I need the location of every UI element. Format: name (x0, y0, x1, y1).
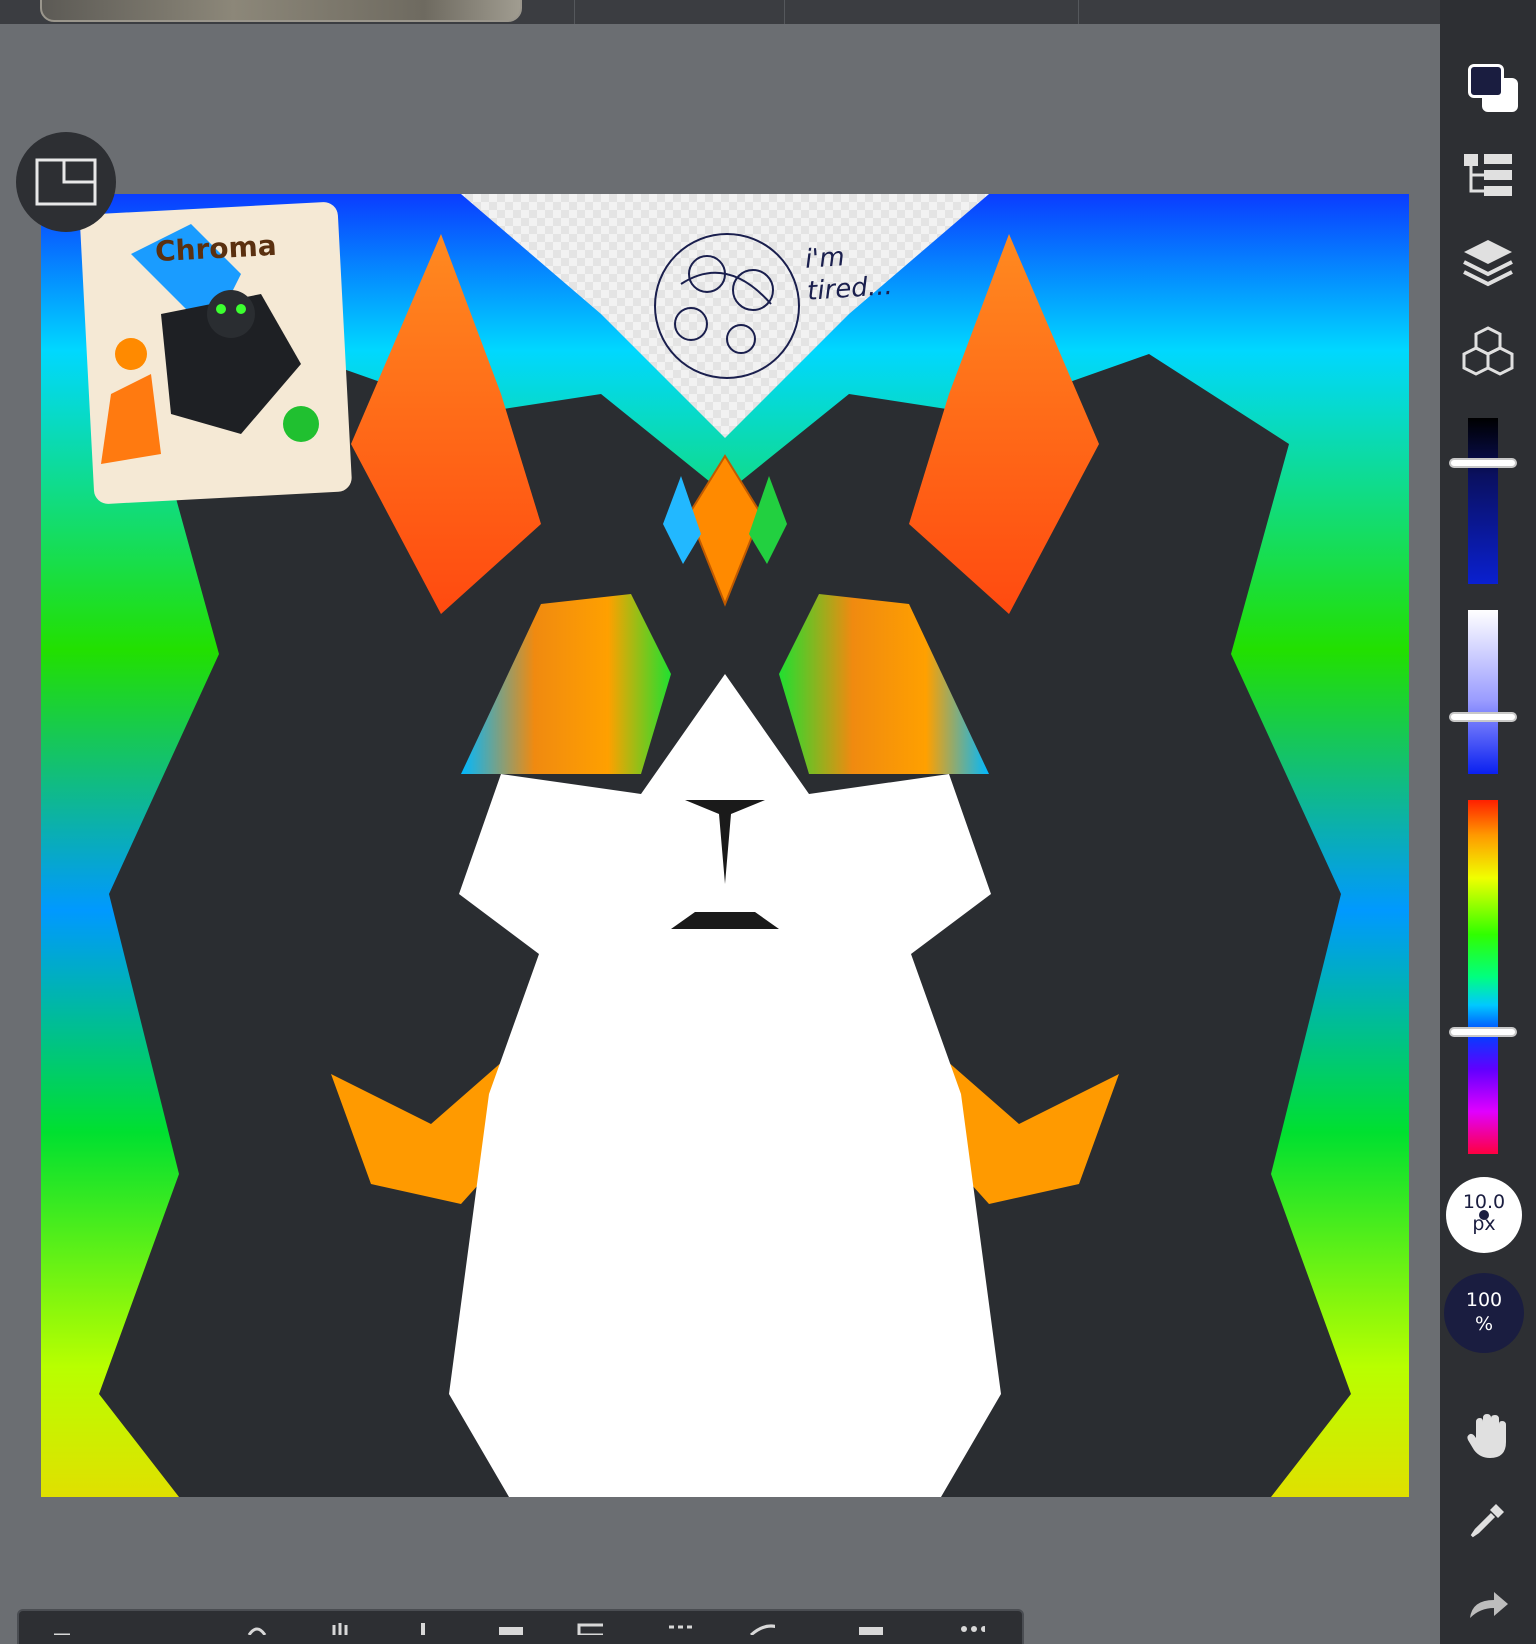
layer-icon (859, 1627, 883, 1635)
clipboard-icon (577, 1623, 603, 1635)
opacity-button[interactable]: 100 % (1444, 1273, 1524, 1353)
circle-icon (749, 1624, 775, 1635)
tool-button[interactable] (749, 1623, 775, 1643)
tool-button[interactable] (244, 1623, 270, 1643)
bottom-toolbar (17, 1609, 1024, 1644)
brightness-slider[interactable] (1449, 418, 1517, 584)
tool-button[interactable] (49, 1623, 75, 1643)
artwork-canvas[interactable]: Chroma (41, 194, 1409, 1497)
saturation-handle[interactable] (1449, 712, 1517, 722)
layer-settings-button[interactable] (1440, 152, 1536, 198)
hand-icon (1467, 1414, 1506, 1458)
hand-tool-button[interactable] (1440, 1412, 1536, 1460)
brightness-track (1468, 418, 1498, 584)
selection-icon (669, 1625, 693, 1629)
tool-button[interactable] (857, 1623, 883, 1643)
tool-button[interactable] (667, 1623, 693, 1643)
3d-materials-button[interactable] (1440, 324, 1536, 380)
sketch-annotation: i'm tired... (804, 236, 918, 308)
brightness-handle[interactable] (1449, 458, 1517, 468)
brush-size-button[interactable]: 10.0 px (1446, 1177, 1522, 1253)
reference-label: Chroma (154, 228, 278, 269)
reference-window-button[interactable] (16, 132, 116, 232)
layers-icon (1463, 240, 1513, 287)
foreground-color-swatch[interactable] (1468, 64, 1504, 98)
saturation-track (1468, 610, 1498, 774)
eyedropper-button[interactable] (1440, 1500, 1536, 1540)
layer-settings-icon (1464, 154, 1512, 196)
hue-handle[interactable] (1449, 1027, 1517, 1037)
hue-slider[interactable] (1449, 800, 1517, 1154)
lasso-icon (247, 1627, 267, 1635)
tool-button[interactable] (410, 1623, 436, 1643)
eyedropper-icon (1470, 1504, 1504, 1538)
3d-cubes-icon (1462, 326, 1514, 376)
divider (574, 0, 575, 24)
brush-size-dot (1479, 1210, 1489, 1220)
divider (1078, 0, 1079, 24)
tool-button[interactable] (577, 1623, 603, 1643)
brush-icon (421, 1623, 425, 1635)
hand-icon (332, 1623, 348, 1635)
eraser-icon (499, 1627, 523, 1635)
layers-button[interactable] (1440, 238, 1536, 288)
opacity-value: 100 (1465, 1289, 1503, 1311)
saturation-slider[interactable] (1449, 610, 1517, 774)
more-button[interactable] (959, 1623, 985, 1643)
more-icon (961, 1626, 985, 1632)
tool-button[interactable] (327, 1623, 353, 1643)
reference-window-icon (35, 158, 97, 206)
artwork-drawing (41, 194, 1409, 1497)
color-swatch[interactable] (1468, 64, 1524, 114)
hue-track (1468, 800, 1498, 1154)
divider (784, 0, 785, 24)
top-bar (0, 0, 1440, 24)
redo-icon (1470, 1592, 1508, 1618)
pen-tool-icon (54, 1633, 70, 1635)
document-thumbnail[interactable] (40, 0, 522, 22)
opacity-unit: % (1474, 1313, 1494, 1335)
redo-button[interactable] (1440, 1590, 1536, 1620)
tool-button[interactable] (497, 1623, 523, 1643)
